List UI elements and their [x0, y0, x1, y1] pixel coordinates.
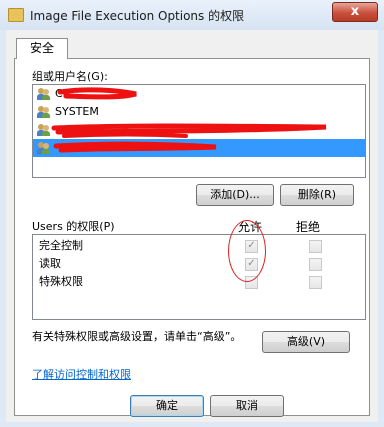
permission-row: 读取 ✓ [33, 255, 365, 273]
list-item[interactable]: Cr [33, 85, 365, 103]
permission-row: 完全控制 ✓ [33, 237, 365, 255]
dialog-client: 安全 组或用户名(G): Cr SYSTEM 添加(D)... 删除(R) Us… [6, 30, 378, 422]
user-name: Cr [55, 87, 68, 100]
user-group-icon [37, 142, 51, 154]
permission-row: 特殊权限 [33, 273, 365, 291]
permissions-list: 完全控制 ✓ 读取 ✓ 特殊权限 [32, 234, 366, 320]
user-group-icon [37, 124, 51, 136]
learn-link[interactable]: 了解访问控制和权限 [32, 366, 131, 382]
user-group-icon [37, 106, 51, 118]
permission-name: 特殊权限 [39, 275, 83, 288]
ok-button[interactable]: 确定 [130, 395, 204, 417]
add-button[interactable]: 添加(D)... [196, 184, 274, 206]
close-button[interactable]: x [332, 2, 378, 22]
deny-checkbox[interactable] [309, 276, 322, 289]
window-title: Image File Execution Options 的权限 [30, 9, 245, 23]
permission-name: 读取 [39, 257, 61, 270]
deny-checkbox[interactable] [309, 258, 322, 271]
cancel-button[interactable]: 取消 [210, 395, 284, 417]
user-list[interactable]: Cr SYSTEM [32, 84, 366, 178]
title-bar: Image File Execution Options 的权限 x [0, 0, 384, 30]
permissions-label: Users 的权限(P) [32, 220, 115, 233]
advanced-button[interactable]: 高级(V) [262, 331, 350, 353]
list-item[interactable] [33, 121, 365, 139]
permission-name: 完全控制 [39, 239, 83, 252]
deny-checkbox[interactable] [309, 240, 322, 253]
remove-button[interactable]: 删除(R) [280, 184, 354, 206]
list-item-selected[interactable] [33, 139, 365, 157]
folder-icon [8, 8, 24, 22]
highlight-circle [228, 220, 266, 282]
list-item[interactable]: SYSTEM [33, 103, 365, 121]
user-group-icon [37, 88, 51, 100]
deny-header: 拒绝 [296, 220, 321, 234]
advanced-text: 有关特殊权限或高级设置，请单击“高级”。 [32, 330, 242, 343]
user-name: SYSTEM [55, 105, 99, 118]
tab-security[interactable]: 安全 [16, 38, 68, 59]
groups-label: 组或用户名(G): [32, 70, 108, 83]
